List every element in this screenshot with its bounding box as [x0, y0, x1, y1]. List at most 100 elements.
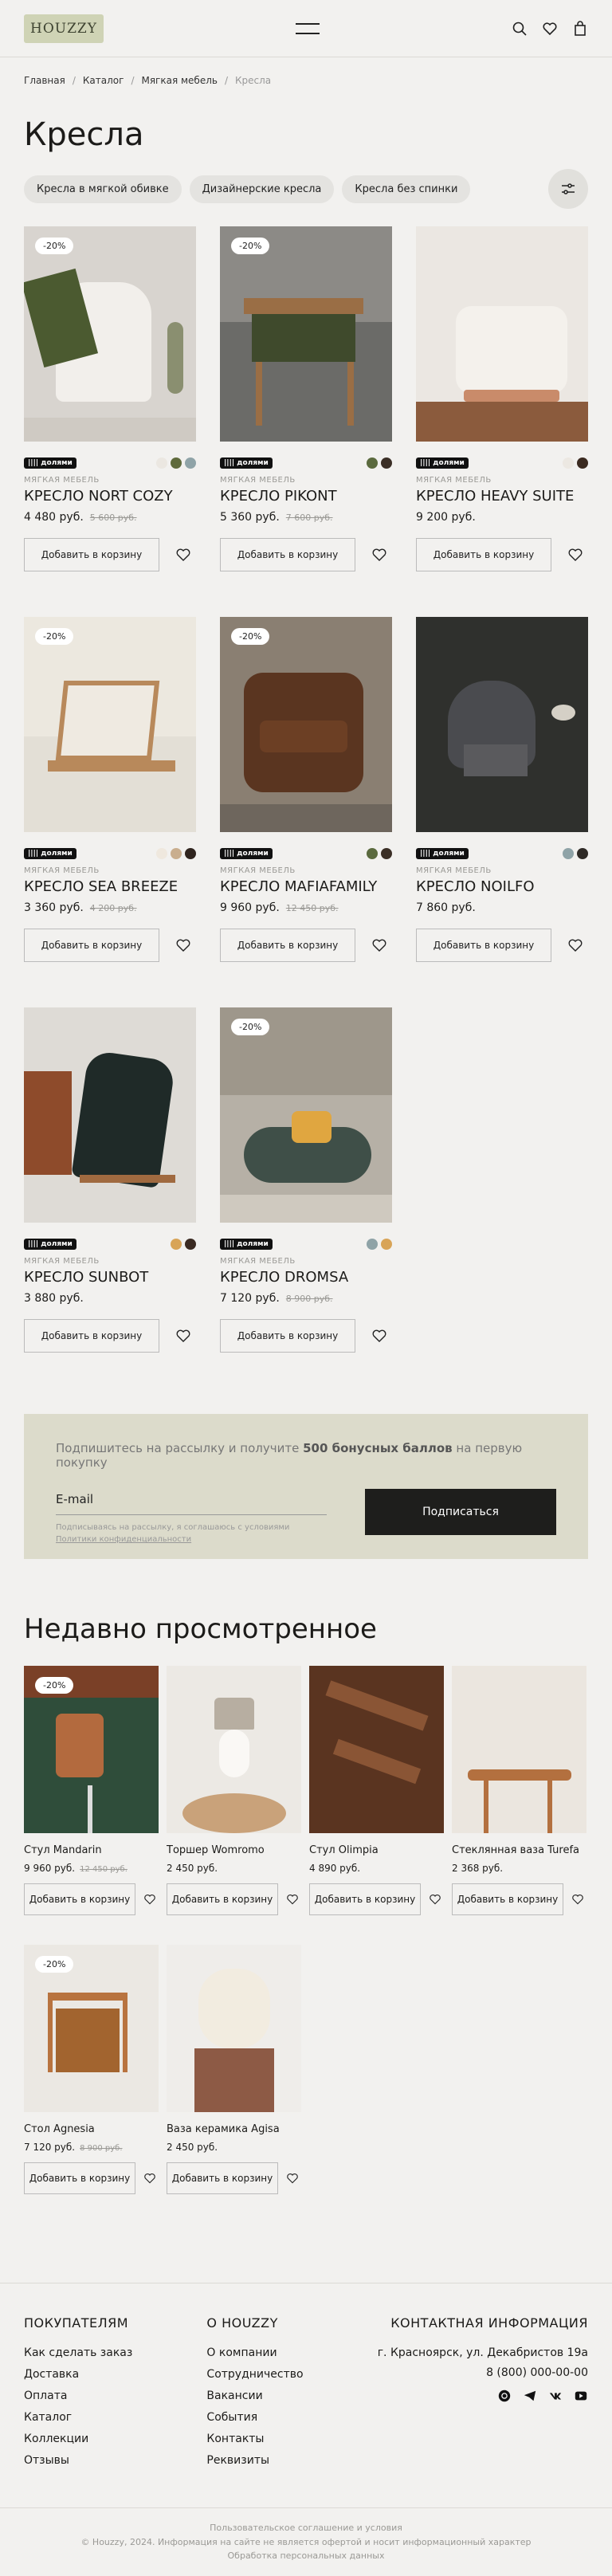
color-swatch[interactable]: [381, 848, 392, 859]
menu-icon[interactable]: [296, 22, 320, 34]
add-to-cart-button[interactable]: Добавить в корзину: [220, 1319, 355, 1353]
subscribe-button[interactable]: Подписаться: [365, 1489, 556, 1535]
product-image[interactable]: -20%: [220, 226, 392, 442]
product-name[interactable]: КРЕСЛО HEAVY SUITE: [416, 488, 588, 505]
color-swatch[interactable]: [367, 457, 378, 469]
product-name[interactable]: КРЕСЛО PIKONT: [220, 488, 392, 505]
heart-icon[interactable]: [371, 1328, 387, 1344]
heart-icon[interactable]: [567, 937, 583, 953]
footer-link[interactable]: Реквизиты: [206, 2454, 303, 2467]
color-swatch[interactable]: [367, 848, 378, 859]
product-card[interactable]: |||| долями МЯГКАЯ МЕБЕЛЬ КРЕСЛО NOILFO 7 8…: [416, 617, 588, 1007]
add-to-cart-button[interactable]: Добавить в корзину: [220, 538, 355, 571]
add-to-cart-button[interactable]: Добавить в корзину: [24, 1883, 135, 1915]
heart-icon[interactable]: [286, 2172, 299, 2185]
footer-link[interactable]: Отзывы: [24, 2454, 132, 2467]
logo[interactable]: HOUZZY: [24, 14, 104, 43]
color-swatch[interactable]: [381, 457, 392, 469]
product-card[interactable]: -20% |||| долями МЯГКАЯ МЕБЕЛЬ КРЕСЛО NORT …: [24, 226, 196, 617]
recent-card[interactable]: Ваза керамика Agisa 2 450 руб. Добавить в …: [167, 1945, 301, 2224]
heart-icon[interactable]: [567, 547, 583, 563]
chip-upholstered[interactable]: Кресла в мягкой обивке: [24, 175, 182, 203]
product-name[interactable]: КРЕСЛО DROMSA: [220, 1269, 392, 1286]
color-swatch[interactable]: [577, 457, 588, 469]
recent-name[interactable]: Торшер Womromo: [167, 1844, 301, 1856]
color-swatch[interactable]: [185, 848, 196, 859]
color-swatch[interactable]: [171, 1239, 182, 1250]
footer-link[interactable]: Как сделать заказ: [24, 2346, 132, 2359]
color-swatch[interactable]: [185, 1239, 196, 1250]
whatsapp-icon[interactable]: [497, 2389, 512, 2403]
color-swatch[interactable]: [563, 848, 574, 859]
product-card[interactable]: |||| долями МЯГКАЯ МЕБЕЛЬ КРЕСЛО HEAVY SUI…: [416, 226, 588, 617]
product-image[interactable]: [416, 226, 588, 442]
footer-link[interactable]: О компании: [206, 2346, 303, 2359]
color-swatch[interactable]: [171, 848, 182, 859]
add-to-cart-button[interactable]: Добавить в корзину: [309, 1883, 421, 1915]
color-swatch[interactable]: [156, 457, 167, 469]
recent-name[interactable]: Стул Mandarin: [24, 1844, 159, 1856]
color-swatch[interactable]: [185, 457, 196, 469]
recent-name[interactable]: Стеклянная ваза Turefa: [452, 1844, 586, 1856]
footer-link[interactable]: События: [206, 2411, 303, 2424]
color-swatch[interactable]: [156, 848, 167, 859]
product-image[interactable]: [24, 1007, 196, 1223]
recent-image[interactable]: -20%: [24, 1945, 159, 2112]
recent-name[interactable]: Стул Olimpia: [309, 1844, 444, 1856]
product-name[interactable]: КРЕСЛО NORT COZY: [24, 488, 196, 505]
product-card[interactable]: -20% |||| долями МЯГКАЯ МЕБЕЛЬ КРЕСЛО MAFIA…: [220, 617, 392, 1007]
telegram-icon[interactable]: [523, 2389, 537, 2403]
color-swatch[interactable]: [381, 1239, 392, 1250]
product-card[interactable]: |||| долями МЯГКАЯ МЕБЕЛЬ КРЕСЛО SUNBOT 3 8…: [24, 1007, 196, 1398]
color-swatch[interactable]: [563, 457, 574, 469]
recent-card[interactable]: -20% Стул Mandarin 9 960 руб. 12 450 руб. До…: [24, 1666, 159, 1945]
recent-image[interactable]: [167, 1666, 301, 1833]
vk-icon[interactable]: [548, 2389, 563, 2403]
privacy-link[interactable]: Политики конфиденциальности: [56, 1535, 191, 1544]
breadcrumb-catalog[interactable]: Каталог: [83, 75, 124, 86]
recent-image[interactable]: [309, 1666, 444, 1833]
email-field[interactable]: E-mail: [56, 1492, 327, 1515]
footer-link[interactable]: Коллекции: [24, 2433, 132, 2445]
footer-link[interactable]: Вакансии: [206, 2389, 303, 2402]
heart-icon[interactable]: [175, 1328, 191, 1344]
heart-icon[interactable]: [371, 547, 387, 563]
recent-card[interactable]: -20% Стол Agnesia 7 120 руб. 8 900 руб. Доба…: [24, 1945, 159, 2224]
add-to-cart-button[interactable]: Добавить в корзину: [24, 538, 159, 571]
privacy-data-link[interactable]: Обработка персональных данных: [0, 2549, 612, 2563]
add-to-cart-button[interactable]: Добавить в корзину: [167, 2162, 278, 2194]
add-to-cart-button[interactable]: Добавить в корзину: [24, 2162, 135, 2194]
product-image[interactable]: -20%: [24, 617, 196, 832]
terms-link[interactable]: Пользовательское соглашение и условия: [0, 2521, 612, 2535]
breadcrumb-upholstered[interactable]: Мягкая мебель: [141, 75, 217, 86]
heart-icon[interactable]: [143, 2172, 156, 2185]
footer-link[interactable]: Каталог: [24, 2411, 132, 2424]
add-to-cart-button[interactable]: Добавить в корзину: [452, 1883, 563, 1915]
recent-name[interactable]: Стол Agnesia: [24, 2123, 159, 2135]
product-card[interactable]: -20% |||| долями МЯГКАЯ МЕБЕЛЬ КРЕСЛО SEA B…: [24, 617, 196, 1007]
product-image[interactable]: [416, 617, 588, 832]
product-name[interactable]: КРЕСЛО SUNBOT: [24, 1269, 196, 1286]
add-to-cart-button[interactable]: Добавить в корзину: [220, 929, 355, 962]
footer-link[interactable]: Контакты: [206, 2433, 303, 2445]
product-image[interactable]: -20%: [24, 226, 196, 442]
heart-icon[interactable]: [429, 1893, 441, 1906]
heart-icon[interactable]: [175, 547, 191, 563]
phone[interactable]: 8 (800) 000-00-00: [378, 2366, 588, 2379]
footer-link[interactable]: Доставка: [24, 2368, 132, 2381]
product-card[interactable]: -20% |||| долями МЯГКАЯ МЕБЕЛЬ КРЕСЛО PIKON…: [220, 226, 392, 617]
add-to-cart-button[interactable]: Добавить в корзину: [416, 538, 551, 571]
heart-icon[interactable]: [571, 1893, 584, 1906]
product-image[interactable]: -20%: [220, 617, 392, 832]
chip-no-back[interactable]: Кресла без спинки: [342, 175, 471, 203]
heart-icon[interactable]: [175, 937, 191, 953]
add-to-cart-button[interactable]: Добавить в корзину: [167, 1883, 278, 1915]
bag-icon[interactable]: [572, 20, 588, 37]
color-swatch[interactable]: [171, 457, 182, 469]
recent-image[interactable]: -20%: [24, 1666, 159, 1833]
breadcrumb-home[interactable]: Главная: [24, 75, 65, 86]
filter-button[interactable]: [548, 169, 588, 209]
add-to-cart-button[interactable]: Добавить в корзину: [24, 1319, 159, 1353]
recent-card[interactable]: Стеклянная ваза Turefa 2 368 руб. Добавить…: [452, 1666, 586, 1945]
product-name[interactable]: КРЕСЛО SEA BREEZE: [24, 878, 196, 895]
